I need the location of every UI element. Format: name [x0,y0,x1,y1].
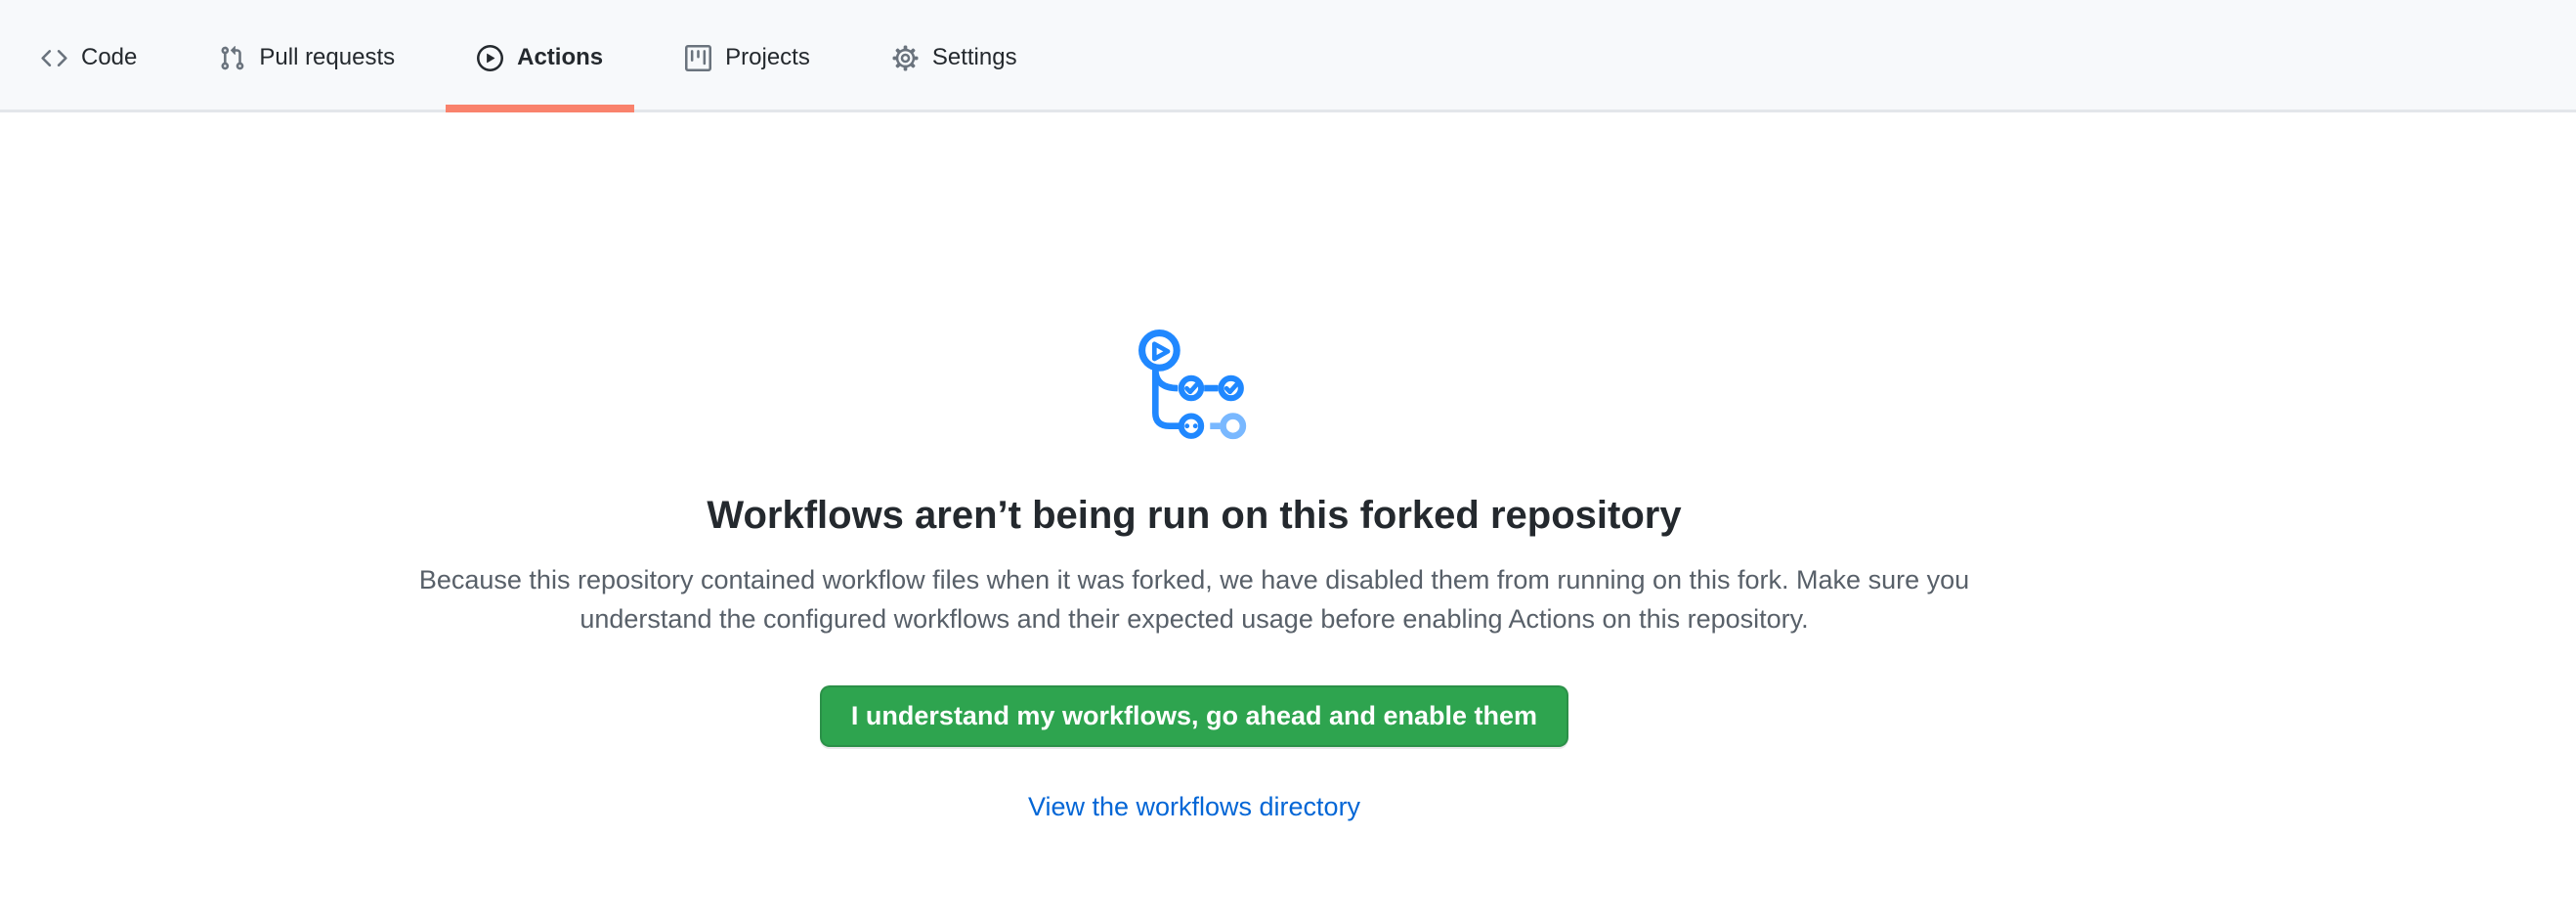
play-icon [477,45,503,71]
description: Because this repository contained workfl… [391,560,1998,638]
tab-code[interactable]: Code [10,6,168,110]
tab-label: Projects [725,44,810,71]
tab-label: Settings [932,44,1017,71]
git-pull-request-icon [219,45,245,71]
tab-pull-requests[interactable]: Pull requests [188,6,426,110]
workflows-directory-link[interactable]: View the workflows directory [1028,792,1360,821]
project-icon [685,45,711,71]
tab-projects[interactable]: Projects [654,6,841,110]
actions-blankslate: Workflows aren’t being run on this forke… [0,330,2388,822]
tab-settings[interactable]: Settings [861,6,1049,110]
active-tab-underline [446,105,634,112]
tab-label: Actions [517,44,603,71]
tab-label: Code [81,44,137,71]
actions-workflow-icon [0,330,2388,443]
tab-actions[interactable]: Actions [446,6,634,110]
enable-workflows-button[interactable]: I understand my workflows, go ahead and … [820,685,1568,747]
tab-label: Pull requests [259,44,395,71]
page-title: Workflows aren’t being run on this forke… [0,494,2388,537]
code-icon [41,45,67,71]
repo-tab-bar: Code Pull requests Actions Projects [0,0,2576,112]
gear-icon [892,45,919,71]
